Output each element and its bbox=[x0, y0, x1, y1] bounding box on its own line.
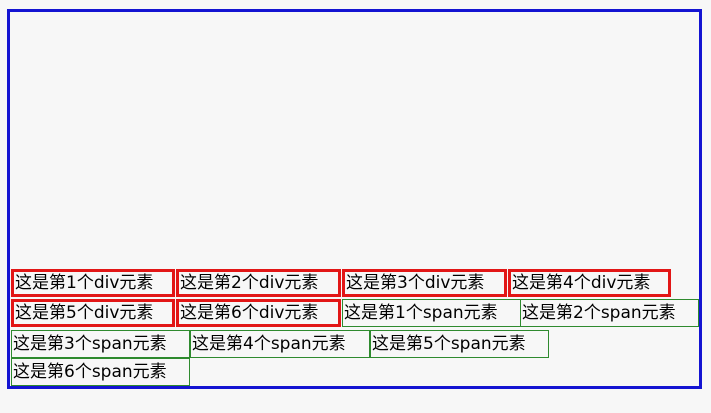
div-element-5: 这是第5个div元素 bbox=[11, 299, 175, 327]
div-element-6: 这是第6个div元素 bbox=[176, 299, 341, 327]
div-element-4: 这是第4个div元素 bbox=[508, 269, 671, 297]
span-element-6: 这是第6个span元素 bbox=[11, 358, 190, 386]
span-element-3: 这是第3个span元素 bbox=[11, 330, 190, 358]
div-element-2: 这是第2个div元素 bbox=[176, 269, 341, 297]
span-element-5: 这是第5个span元素 bbox=[370, 330, 549, 358]
container-box: 这是第1个div元素 这是第2个div元素 这是第3个div元素 这是第4个di… bbox=[7, 9, 702, 389]
div-element-1: 这是第1个div元素 bbox=[11, 269, 175, 297]
span-element-1: 这是第1个span元素 bbox=[342, 299, 521, 327]
span-element-4: 这是第4个span元素 bbox=[190, 330, 370, 358]
div-element-3: 这是第3个div元素 bbox=[342, 269, 507, 297]
span-element-2: 这是第2个span元素 bbox=[520, 299, 699, 327]
